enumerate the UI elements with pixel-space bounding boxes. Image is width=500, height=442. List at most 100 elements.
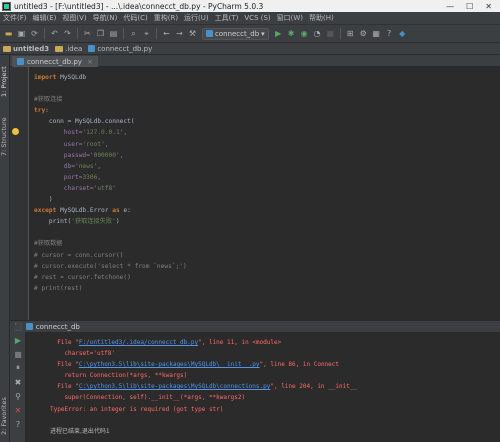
lightbulb-icon[interactable] xyxy=(12,128,19,135)
project-tool-tab[interactable]: 1: Project xyxy=(0,59,10,105)
code-line: try: xyxy=(34,107,49,115)
cut-icon[interactable]: ✂ xyxy=(82,28,93,39)
find-icon[interactable]: ⌕ xyxy=(128,28,139,39)
menu-view[interactable]: 视图(V) xyxy=(59,13,89,23)
menu-refactor[interactable]: 重构(R) xyxy=(151,13,181,23)
pin-icon[interactable]: ⚲ xyxy=(13,391,23,401)
back-icon[interactable]: ← xyxy=(161,28,172,39)
title-bar: untitled3 - [F:\untitled3] - ...\.idea\c… xyxy=(0,0,500,12)
editor-tab-label: connecct_db.py xyxy=(27,57,82,66)
python-file-icon xyxy=(88,45,96,52)
undo-icon[interactable]: ↶ xyxy=(49,28,60,39)
left-tool-strip: 1: Project 7: Structure 2: Favorites xyxy=(0,55,10,442)
run-icon[interactable]: ▶ xyxy=(273,28,284,39)
breadcrumb-folder[interactable]: .idea xyxy=(52,45,85,53)
close-tab-icon[interactable]: × xyxy=(87,58,93,66)
console-line: return Connection(*args, **kwargs) xyxy=(50,372,188,380)
code-line: charset='utf8' xyxy=(34,184,116,192)
code-line: # print(rest) xyxy=(34,284,83,292)
menu-window[interactable]: 窗口(W) xyxy=(274,13,306,23)
run-panel-toolbar: ▶ ■ ⏸ ✖ ⚲ ✕ ? xyxy=(10,332,26,442)
code-line: ) xyxy=(34,196,53,204)
paste-icon[interactable]: ▤ xyxy=(108,28,119,39)
run-config-select[interactable]: connecct_db ▾ xyxy=(202,27,269,40)
profile-icon[interactable]: ◔ xyxy=(312,28,323,39)
menu-file[interactable]: 文件(F) xyxy=(0,13,30,23)
code-line: #获取连接 xyxy=(34,96,63,104)
favorites-tool-tab[interactable]: 2: Favorites xyxy=(0,391,10,441)
code-line: user='root', xyxy=(34,140,109,148)
settings-icon[interactable]: ⚙ xyxy=(358,28,369,39)
close-output-icon[interactable]: ✖ xyxy=(13,377,23,387)
code-line: conn = MySQLdb.connect( xyxy=(34,118,135,126)
breadcrumb-project[interactable]: untitled3 xyxy=(0,45,52,53)
help-icon[interactable]: ? xyxy=(13,419,23,429)
code-line: passwd='000000', xyxy=(34,151,124,159)
menu-edit[interactable]: 编辑(E) xyxy=(30,13,60,23)
structure-tool-tab[interactable]: 7: Structure xyxy=(0,111,10,163)
main-toolbar: ▬ ▣ ⟳ ↶ ↷ ✂ ❐ ▤ ⌕ ⌖ ← → ⚒ connecct_db ▾ … xyxy=(0,24,500,43)
redo-icon[interactable]: ↷ xyxy=(62,28,73,39)
code-line: port=3306, xyxy=(34,173,102,181)
forward-icon[interactable]: → xyxy=(174,28,185,39)
editor-tab-connecct-db[interactable]: connecct_db.py × xyxy=(12,56,98,67)
run-panel-header: ⬛ connecct_db xyxy=(10,320,500,332)
python-console-icon[interactable]: ◆ xyxy=(397,28,408,39)
stop-icon[interactable]: ■ xyxy=(325,28,336,39)
coverage-icon[interactable]: ◉ xyxy=(299,28,310,39)
run-panel-title: connecct_db xyxy=(35,322,80,331)
run-config-label: connecct_db xyxy=(215,29,260,38)
breadcrumb-project-label: untitled3 xyxy=(13,44,50,53)
chevron-down-icon: ▾ xyxy=(261,29,265,38)
menu-tools[interactable]: 工具(T) xyxy=(212,13,242,23)
console-line: File "C:\python3.5\lib\site-packages\MyS… xyxy=(50,383,358,391)
code-line: # cursor.execute('select * from `news`;'… xyxy=(34,262,187,270)
build-icon[interactable]: ⚒ xyxy=(187,28,198,39)
code-text[interactable]: import MySQLdb #获取连接 try: conn = MySQLdb… xyxy=(34,72,187,294)
python-file-icon xyxy=(25,323,33,330)
code-line: except MySQLdb.Error as e: xyxy=(34,207,131,215)
breadcrumb-folder-label: .idea xyxy=(65,44,83,53)
code-line: db='news', xyxy=(34,162,102,170)
menu-vcs[interactable]: VCS (S) xyxy=(241,14,273,22)
sync-icon[interactable]: ⟳ xyxy=(29,28,40,39)
menu-navigate[interactable]: 导航(N) xyxy=(90,13,121,23)
console-line: File "C:\python3.5\lib\site-packages\MyS… xyxy=(50,361,340,369)
code-line: # rest = cursor.fetchone() xyxy=(34,273,131,281)
traceback-link[interactable]: C:\python3.5\lib\site-packages\MySQLdb\_… xyxy=(79,361,260,368)
code-line: host='127.0.0.1', xyxy=(34,129,128,137)
folder-icon xyxy=(55,45,64,52)
menu-code[interactable]: 代码(C) xyxy=(120,13,150,23)
python-file-icon xyxy=(206,30,213,37)
minimize-button[interactable]: — xyxy=(446,2,454,11)
project-structure-icon[interactable]: ▦ xyxy=(371,28,382,39)
save-icon[interactable]: ▣ xyxy=(16,28,27,39)
breadcrumb-file[interactable]: connecct_db.py xyxy=(85,45,155,53)
close-window-button[interactable]: ✕ xyxy=(485,2,492,11)
menu-help[interactable]: 帮助(H) xyxy=(306,13,337,23)
process-exit-message: 进程已结束,退出代码1 xyxy=(50,427,110,435)
vcs-icon[interactable]: ⊞ xyxy=(345,28,356,39)
breadcrumb-file-label: connecct_db.py xyxy=(97,44,153,53)
folder-icon xyxy=(3,45,11,52)
menu-run[interactable]: 运行(U) xyxy=(181,13,212,23)
traceback-link[interactable]: F:/untitled3/.idea/connecct_db.py xyxy=(79,339,198,346)
replace-icon[interactable]: ⌖ xyxy=(141,28,152,39)
close-run-icon[interactable]: ✕ xyxy=(13,405,23,415)
editor-tabs: connecct_db.py × xyxy=(10,55,500,67)
open-folder-icon[interactable]: ▬ xyxy=(3,28,14,39)
pycharm-icon xyxy=(2,1,11,11)
console-line: charset='utf8' xyxy=(50,350,116,358)
copy-icon[interactable]: ❐ xyxy=(95,28,106,39)
rerun-icon[interactable]: ▶ xyxy=(13,335,23,345)
help-icon[interactable]: ? xyxy=(384,28,395,39)
stop-icon[interactable]: ■ xyxy=(13,349,23,359)
traceback-link[interactable]: C:\python3.5\lib\site-packages\MySQLdb\c… xyxy=(79,383,270,390)
debug-icon[interactable]: ✱ xyxy=(286,28,297,39)
navigation-bar: untitled3 .idea connecct_db.py xyxy=(0,43,500,55)
python-file-icon xyxy=(17,58,24,65)
console-output[interactable]: File "F:/untitled3/.idea/connecct_db.py"… xyxy=(26,332,500,442)
pause-icon[interactable]: ⏸ xyxy=(13,363,23,373)
code-editor[interactable]: import MySQLdb #获取连接 try: conn = MySQLdb… xyxy=(10,67,500,320)
maximize-button[interactable]: ☐ xyxy=(466,2,473,11)
